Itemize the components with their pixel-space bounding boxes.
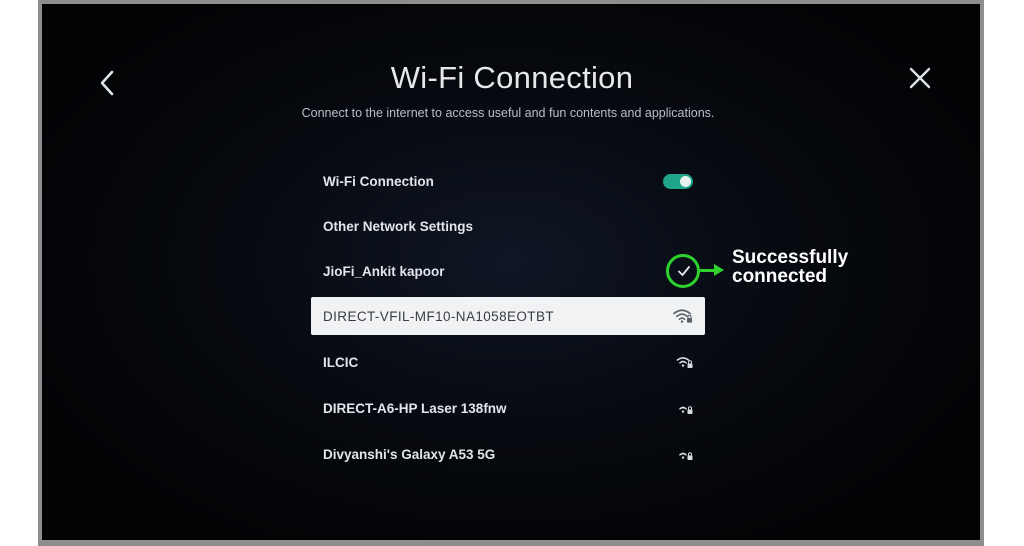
annotation-arrow-head — [714, 264, 724, 276]
annotation-line-2: connected — [732, 266, 828, 287]
network-name: DIRECT-VFIL-MF10-NA1058EOTBT — [323, 308, 554, 324]
other-network-settings-row[interactable]: Other Network Settings — [311, 207, 705, 245]
network-name: DIRECT-A6-HP Laser 138fnw — [323, 400, 507, 416]
annotation-line-1: Successfully — [732, 247, 849, 268]
network-item-selected[interactable]: DIRECT-VFIL-MF10-NA1058EOTBT — [311, 297, 705, 335]
wifi-lock-icon — [679, 452, 693, 460]
wifi-connection-toggle-row[interactable]: Wi-Fi Connection — [311, 162, 705, 200]
annotation-highlight-circle — [666, 254, 700, 288]
wifi-connection-label: Wi-Fi Connection — [323, 173, 434, 189]
network-name: Divyanshi's Galaxy A53 5G — [323, 446, 496, 462]
wifi-toggle-switch[interactable] — [663, 173, 693, 189]
network-item-connected[interactable]: JioFi_Ankit kapoor — [311, 252, 705, 290]
toggle-knob — [680, 175, 691, 187]
network-item[interactable]: DIRECT-A6-HP Laser 138fnw — [311, 389, 705, 427]
wifi-lock-icon — [679, 406, 693, 414]
other-network-settings-label: Other Network Settings — [323, 218, 474, 234]
network-item[interactable]: Divyanshi's Galaxy A53 5G — [311, 435, 705, 473]
page-subtitle: Connect to the internet to access useful… — [301, 106, 715, 120]
annotation-label: Successfully connected — [732, 248, 892, 286]
network-name: ILCIC — [323, 354, 359, 370]
network-name: JioFi_Ankit kapoor — [323, 263, 445, 279]
network-item[interactable]: ILCIC — [311, 343, 705, 381]
wifi-lock-icon — [673, 309, 692, 323]
page-title: Wi-Fi Connection — [390, 60, 634, 95]
wifi-lock-icon — [676, 357, 693, 368]
